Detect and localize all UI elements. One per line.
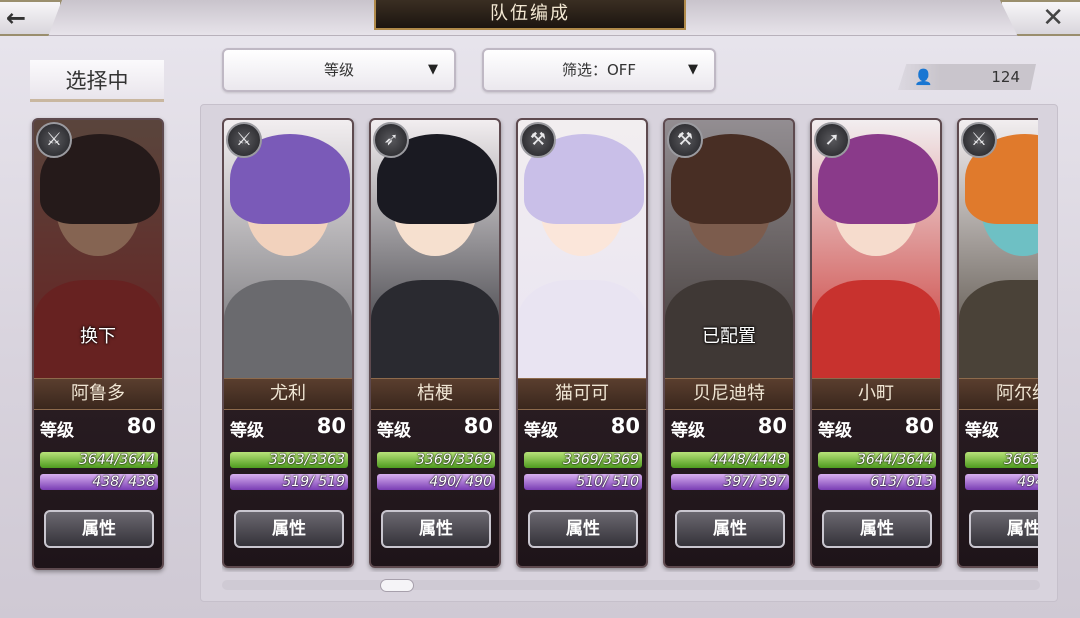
mp-bar: 494/ 494 xyxy=(965,474,1038,490)
character-name: 阿鲁多 xyxy=(34,378,162,410)
close-icon: ✕ xyxy=(1042,3,1064,33)
attributes-button[interactable]: 属性 xyxy=(822,510,932,548)
sword-icon: ⚔ xyxy=(226,122,262,158)
mp-bar: 519/ 519 xyxy=(230,474,348,490)
mp-bar: 397/ 397 xyxy=(671,474,789,490)
bow-icon: ➶ xyxy=(373,122,409,158)
unit-count-value: 124 xyxy=(991,68,1020,86)
attributes-button[interactable]: 属性 xyxy=(969,510,1038,548)
sort-dropdown[interactable]: 等级 ▼ xyxy=(222,48,456,92)
chevron-down-icon: ▼ xyxy=(688,62,698,77)
level-row: 等级 80 xyxy=(524,414,642,444)
assigned-label: 已配置 xyxy=(702,326,756,347)
hp-bar: 3663/3663 xyxy=(965,452,1038,468)
axe-icon: ⚒ xyxy=(667,122,703,158)
character-name: 贝尼迪特 xyxy=(665,378,793,410)
character-card[interactable]: ➶ 桔梗 等级 80 3369/3369 490/ 490 属性 xyxy=(369,118,501,568)
character-card[interactable]: ⚔ 阿尔缇 等级 80 3663/3663 494/ 494 属性 xyxy=(957,118,1038,568)
page-title: 队伍编成 xyxy=(374,0,686,30)
mp-bar: 613/ 613 xyxy=(818,474,936,490)
level-label: 等级 xyxy=(377,421,411,441)
sort-dropdown-label: 等级 xyxy=(323,61,354,79)
character-name: 尤利 xyxy=(224,378,352,410)
mp-bar: 510/ 510 xyxy=(524,474,642,490)
attributes-button[interactable]: 属性 xyxy=(44,510,154,548)
level-value: 80 xyxy=(904,414,934,438)
character-portrait xyxy=(371,120,499,378)
character-name: 猫可可 xyxy=(518,378,646,410)
selecting-tab: 选择中 xyxy=(30,60,164,102)
leader-card[interactable]: 换下 ⚔ 阿鲁多 等级 80 3644/3644 438/ 438 属性 xyxy=(32,118,164,570)
scrollbar-thumb[interactable] xyxy=(380,579,414,592)
back-arrow-icon: ← xyxy=(6,4,27,32)
character-card[interactable]: ⚔ 尤利 等级 80 3363/3363 519/ 519 属性 xyxy=(222,118,354,568)
attributes-button[interactable]: 属性 xyxy=(234,510,344,548)
hp-bar: 3369/3369 xyxy=(524,452,642,468)
roster-viewport[interactable]: ⚔ 尤利 等级 80 3363/3363 519/ 519 属性 ➶ 桔梗 等级… xyxy=(222,118,1038,572)
attributes-button[interactable]: 属性 xyxy=(675,510,785,548)
character-portrait xyxy=(812,120,940,378)
character-card[interactable]: ➚ 小町 等级 80 3644/3644 613/ 613 属性 xyxy=(810,118,942,568)
level-label: 等级 xyxy=(230,421,264,441)
level-row: 等级 80 xyxy=(377,414,495,444)
portrait-body xyxy=(518,280,646,378)
spear-icon: ➚ xyxy=(814,122,850,158)
hp-bar: 3363/3363 xyxy=(230,452,348,468)
level-label: 等级 xyxy=(965,421,999,441)
axe-icon: ⚒ xyxy=(520,122,556,158)
unit-count: 👤 124 xyxy=(898,64,1036,90)
character-card[interactable]: 已配置 ⚒ 贝尼迪特 等级 80 4448/4448 397/ 397 属性 xyxy=(663,118,795,568)
level-label: 等级 xyxy=(671,421,705,441)
level-row: 等级 80 xyxy=(818,414,936,444)
character-portrait xyxy=(518,120,646,378)
mp-bar: 490/ 490 xyxy=(377,474,495,490)
character-name: 小町 xyxy=(812,378,940,410)
portrait-body xyxy=(371,280,499,378)
person-icon: 👤 xyxy=(914,68,933,86)
level-row: 等级 80 xyxy=(40,414,158,444)
level-row: 等级 80 xyxy=(965,416,1038,444)
hp-bar: 4448/4448 xyxy=(671,452,789,468)
filter-dropdown-label: 筛选：OFF xyxy=(561,61,637,79)
level-value: 80 xyxy=(316,414,346,438)
sword-icon: ⚔ xyxy=(961,122,997,158)
level-value: 80 xyxy=(126,414,156,438)
scrollbar-track[interactable] xyxy=(222,580,1040,590)
character-portrait xyxy=(959,120,1038,378)
filter-dropdown[interactable]: 筛选：OFF ▼ xyxy=(482,48,716,92)
character-card[interactable]: ⚒ 猫可可 等级 80 3369/3369 510/ 510 属性 xyxy=(516,118,648,568)
chevron-down-icon: ▼ xyxy=(428,62,438,77)
level-value: 80 xyxy=(610,414,640,438)
level-row: 等级 80 xyxy=(230,414,348,444)
sword-icon: ⚔ xyxy=(36,122,72,158)
character-name: 桔梗 xyxy=(371,378,499,410)
portrait-body xyxy=(812,280,940,378)
character-portrait xyxy=(224,120,352,378)
portrait-body xyxy=(959,280,1038,378)
level-label: 等级 xyxy=(818,421,852,441)
hp-bar: 3644/3644 xyxy=(40,452,158,468)
level-value: 80 xyxy=(463,414,493,438)
attributes-button[interactable]: 属性 xyxy=(381,510,491,548)
swap-out-label: 换下 xyxy=(80,326,116,347)
portrait-body xyxy=(224,280,352,378)
hp-bar: 3369/3369 xyxy=(377,452,495,468)
character-name: 阿尔缇 xyxy=(959,378,1038,410)
level-value: 80 xyxy=(757,414,787,438)
level-label: 等级 xyxy=(40,421,74,441)
mp-bar: 438/ 438 xyxy=(40,474,158,490)
attributes-button[interactable]: 属性 xyxy=(528,510,638,548)
hp-bar: 3644/3644 xyxy=(818,452,936,468)
level-label: 等级 xyxy=(524,421,558,441)
level-row: 等级 80 xyxy=(671,414,789,444)
